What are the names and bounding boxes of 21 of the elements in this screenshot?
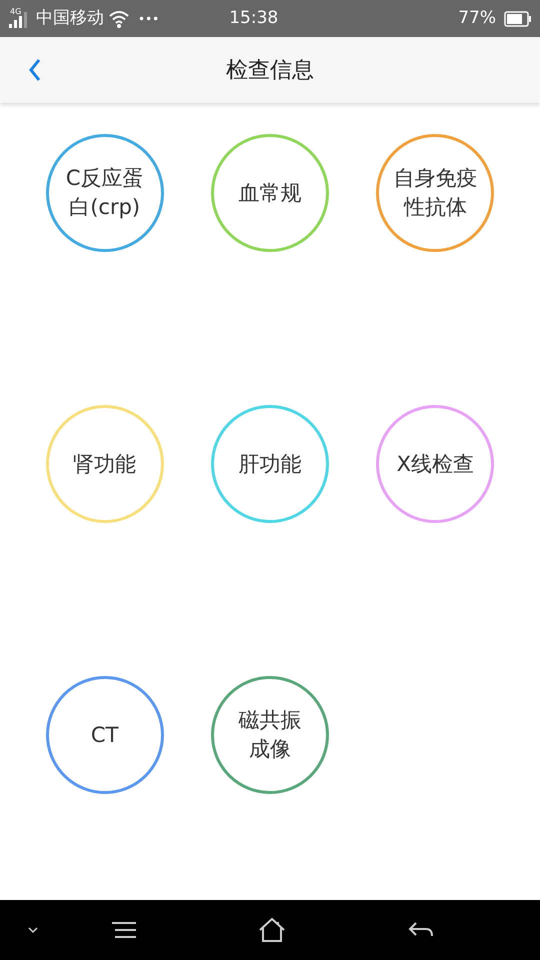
battery-percent: 77% xyxy=(458,6,496,30)
exam-category-button[interactable]: X线检查 xyxy=(376,405,494,523)
wifi-icon xyxy=(108,10,130,28)
chevron-down-icon[interactable] xyxy=(28,926,38,934)
home-icon[interactable] xyxy=(259,918,285,942)
exam-category-button[interactable]: 肝功能 xyxy=(210,405,329,523)
menu-icon[interactable] xyxy=(112,922,136,938)
back-icon xyxy=(28,58,42,82)
more-indicator: ••• xyxy=(138,10,160,28)
battery-icon xyxy=(504,10,532,26)
carrier-name: 中国移动 xyxy=(36,6,104,30)
network-type: 4G xyxy=(10,6,22,18)
exam-category-button[interactable]: CT xyxy=(46,676,164,794)
exam-category-button[interactable]: 磁共振 成像 xyxy=(210,676,329,794)
exam-category-button[interactable]: 肾功能 xyxy=(46,405,164,523)
back-arrow-icon[interactable] xyxy=(408,922,434,938)
clock: 15:38 xyxy=(229,6,278,30)
exam-category-button[interactable]: C反应蛋 白(crp) xyxy=(46,134,164,252)
exam-category-button[interactable]: 血常规 xyxy=(210,134,329,252)
exam-category-button[interactable]: 自身免疫 性抗体 xyxy=(376,134,494,252)
page-title: 检查信息 xyxy=(226,56,314,84)
